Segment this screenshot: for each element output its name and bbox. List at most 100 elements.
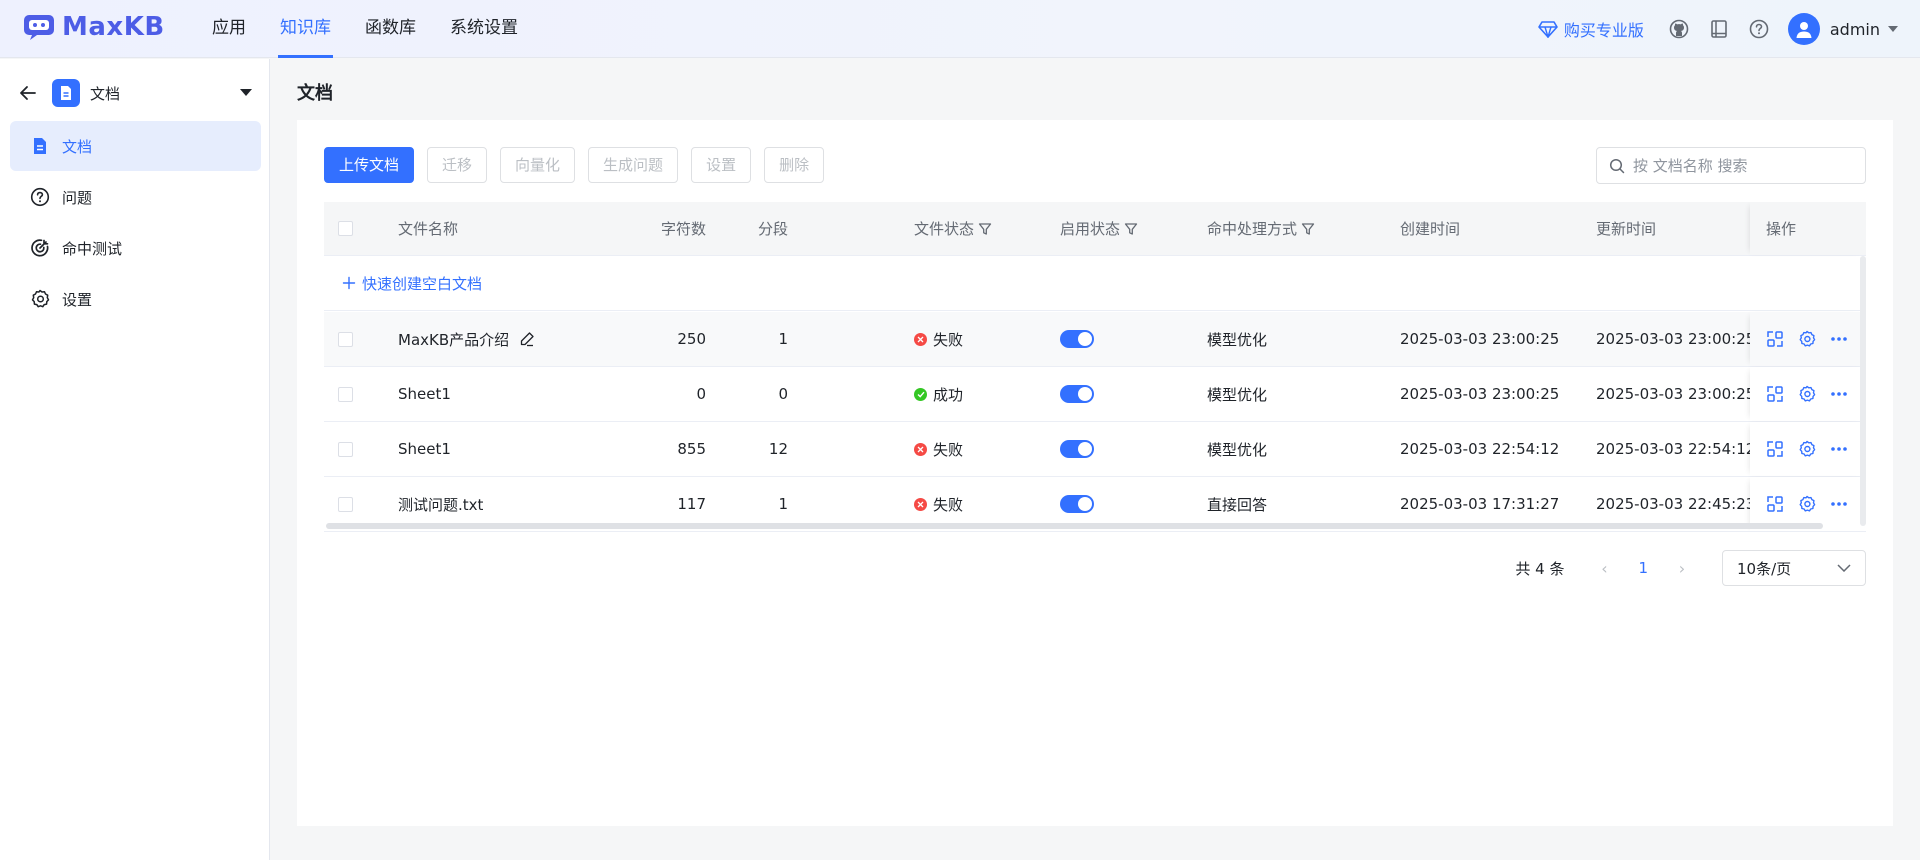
nav-apps[interactable]: 应用 [210,0,248,58]
diamond-icon [1538,21,1558,38]
enable-toggle[interactable] [1060,385,1094,403]
segment-count: 0 [778,385,788,403]
logo[interactable]: MaxKB [22,12,165,42]
enable-toggle[interactable] [1060,440,1094,458]
doc-name[interactable]: MaxKB产品介绍 [398,329,509,350]
more-icon[interactable] [1830,495,1848,513]
quick-create-blank-doc[interactable]: 快速创建空白文档 [324,256,1866,311]
gear-icon[interactable] [1798,440,1816,458]
sidebar-item-hit-test[interactable]: 命中测试 [10,223,261,273]
gear-icon[interactable] [1798,330,1816,348]
search-input[interactable] [1633,156,1853,175]
sync-icon[interactable] [1766,385,1784,403]
more-icon[interactable] [1830,330,1848,348]
table-row[interactable]: MaxKB产品介绍 250 1 失败 模型优化 2025-03-03 23:00… [324,312,1866,367]
enable-toggle[interactable] [1060,330,1094,348]
page-title: 文档 [297,83,333,104]
hit-method: 模型优化 [1207,385,1268,404]
updated-time: 2025-03-03 23:00:25 [1596,385,1756,403]
sidebar-item-label: 设置 [62,290,93,309]
avatar[interactable] [1787,13,1820,45]
help-icon[interactable] [1748,18,1770,40]
sidebar-item-questions[interactable]: 问题 [10,172,261,222]
fail-status-icon [914,442,927,456]
vectorize-button[interactable]: 向量化 [500,147,576,183]
doc-name[interactable]: Sheet1 [398,385,451,403]
row-checkbox[interactable] [338,386,353,402]
buy-pro-link[interactable]: 购买专业版 [1538,17,1644,41]
table-row[interactable]: Sheet1 0 0 成功 模型优化 2025-03-03 23:00:25 2… [324,367,1866,422]
nav-function-library[interactable]: 函数库 [363,0,418,58]
header-updated: 更新时间 [1596,220,1657,238]
vertical-scrollbar[interactable] [1860,256,1866,526]
hit-method: 模型优化 [1207,330,1268,349]
page-size-select[interactable]: 10条/页 [1722,550,1866,586]
next-page-icon[interactable]: › [1672,559,1692,578]
segment-count: 12 [768,440,788,458]
more-icon[interactable] [1830,385,1848,403]
enable-toggle[interactable] [1060,495,1094,513]
header-ops: 操作 [1750,202,1866,255]
delete-button[interactable]: 删除 [764,147,825,183]
row-checkbox[interactable] [338,496,353,512]
kb-name[interactable]: 文档 [90,83,240,104]
back-arrow-icon[interactable] [18,83,38,103]
github-icon[interactable] [1668,18,1690,40]
success-status-icon [914,387,927,401]
gear-icon[interactable] [1798,495,1816,513]
kb-header: 文档 [18,77,252,109]
sync-icon[interactable] [1766,495,1784,513]
segment-count: 1 [778,330,788,348]
filter-icon[interactable] [978,222,992,236]
caret-down-icon[interactable] [240,89,252,97]
created-time: 2025-03-03 23:00:25 [1400,330,1560,348]
char-count: 855 [677,440,706,458]
horizontal-scrollbar[interactable] [326,523,1823,529]
row-actions [1750,367,1866,421]
table-header: 文件名称 字符数 分段 文件状态 启用状态 命中处理方式 创建时间 更新时间 操… [324,202,1866,256]
settings-button[interactable]: 设置 [691,147,752,183]
gear-icon[interactable] [1798,385,1816,403]
filter-icon[interactable] [1124,222,1138,236]
fail-status-icon [914,332,927,346]
migrate-button[interactable]: 迁移 [427,147,488,183]
doc-name[interactable]: 测试问题.txt [398,494,483,515]
upload-document-button[interactable]: 上传文档 [324,147,415,183]
header-file-status: 文件状态 [914,220,975,238]
nav-knowledge-base[interactable]: 知识库 [278,0,333,58]
edit-pencil-icon[interactable] [519,331,535,347]
page-number[interactable]: 1 [1638,559,1648,577]
row-actions [1750,422,1866,476]
doc-name[interactable]: Sheet1 [398,440,451,458]
table-row[interactable]: Sheet1 855 12 失败 模型优化 2025-03-03 22:54:1… [324,422,1866,477]
nav-system-settings[interactable]: 系统设置 [448,0,520,58]
sidebar-item-label: 命中测试 [62,239,123,258]
sync-icon[interactable] [1766,440,1784,458]
sidebar-item-settings[interactable]: 设置 [10,274,261,324]
sidebar-item-label: 文档 [62,137,93,156]
prev-page-icon[interactable]: ‹ [1594,559,1614,578]
more-icon[interactable] [1830,440,1848,458]
kb-icon [52,79,80,107]
header-segments: 分段 [757,220,788,238]
caret-down-icon[interactable] [1888,25,1898,33]
plus-icon [342,276,356,290]
char-count: 0 [696,385,706,403]
logo-icon [24,15,54,40]
generate-questions-button[interactable]: 生成问题 [588,147,679,183]
updated-time: 2025-03-03 23:00:25 [1596,330,1756,348]
documents-card: 上传文档 迁移 向量化 生成问题 设置 删除 文件名称 字符数 分段 文件状态 … [297,120,1893,826]
book-icon[interactable] [1708,18,1730,40]
chevron-down-icon [1837,564,1851,572]
filter-icon[interactable] [1301,222,1315,236]
row-checkbox[interactable] [338,331,353,347]
row-checkbox[interactable] [338,441,353,457]
user-icon [1796,22,1812,38]
sidebar-item-documents[interactable]: 文档 [10,121,261,171]
search-box[interactable] [1596,147,1866,184]
user-name[interactable]: admin [1830,20,1880,39]
search-icon [1609,158,1625,173]
question-circle-icon [30,187,50,207]
select-all-checkbox[interactable] [338,221,353,236]
sync-icon[interactable] [1766,330,1784,348]
